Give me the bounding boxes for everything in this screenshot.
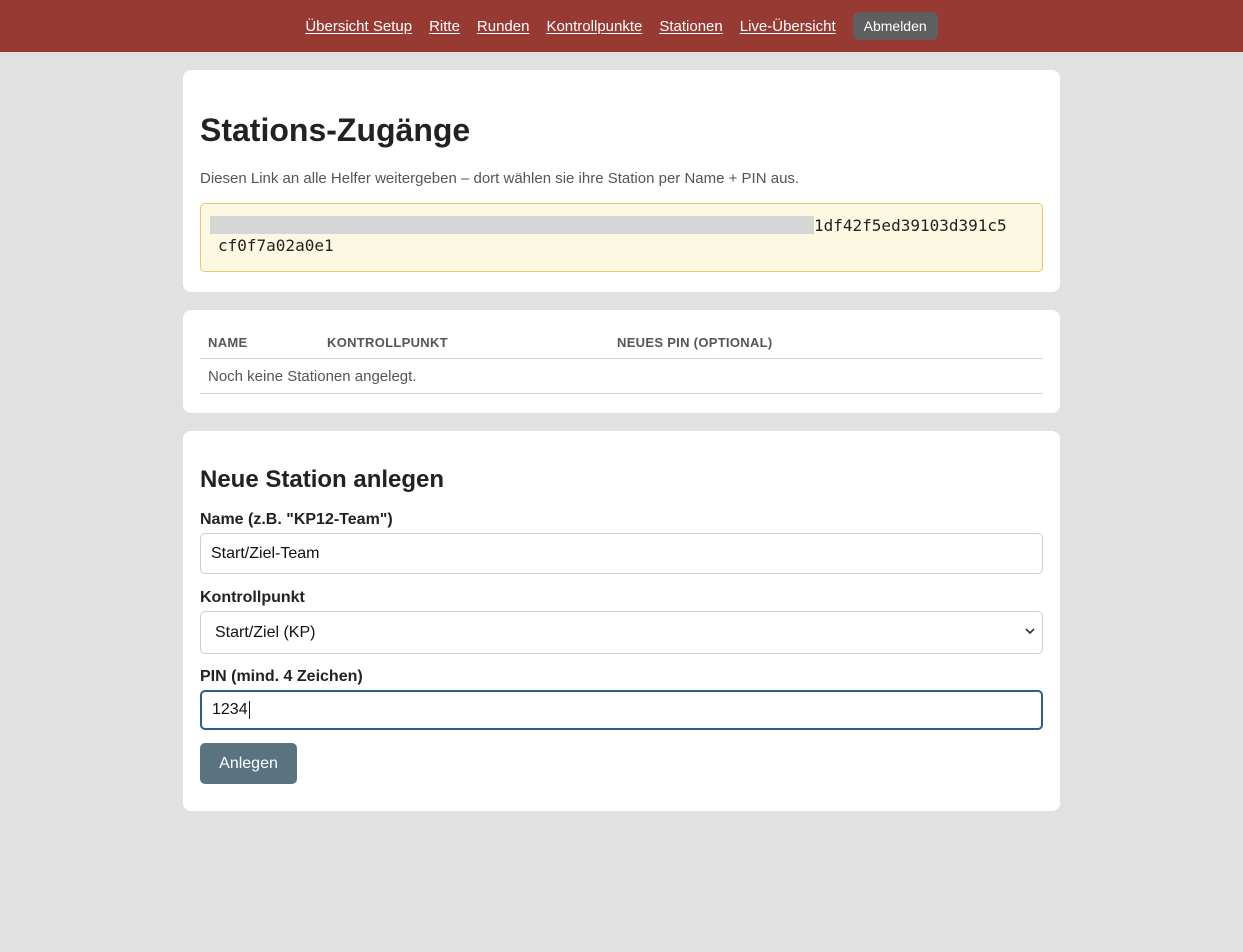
pin-input[interactable]: 1234 <box>200 690 1043 730</box>
name-label: Name (z.B. "KP12-Team") <box>200 511 393 528</box>
link-tail-line-2: cf0f7a02a0e1 <box>218 236 334 255</box>
main-content: Stations-Zugänge Diesen Link an alle Hel… <box>183 70 1060 811</box>
column-header-new-pin: NEUES PIN (OPTIONAL) <box>609 328 1043 359</box>
top-navigation: Übersicht Setup Ritte Runden Kontrollpun… <box>0 0 1243 52</box>
station-name-value: Start/Ziel-Team <box>211 544 320 562</box>
nav-link-live-uebersicht[interactable]: Live-Übersicht <box>740 18 836 35</box>
empty-table-message: Noch keine Stationen angelegt. <box>200 358 1043 394</box>
checkpoint-selected-value: Start/Ziel (KP) <box>215 623 316 641</box>
station-name-input[interactable]: Start/Ziel-Team <box>200 533 1043 574</box>
new-station-title: Neue Station anlegen <box>200 466 445 493</box>
stations-table-card: NAME KONTROLLPUNKT NEUES PIN (OPTIONAL) … <box>183 310 1060 413</box>
station-access-link-box[interactable]: 1df42f5ed39103d391c5 cf0f7a02a0e1 <box>200 203 1043 272</box>
table-row: Noch keine Stationen angelegt. <box>200 358 1043 394</box>
pin-value: 1234 <box>212 701 248 718</box>
logout-button[interactable]: Abmelden <box>852 12 938 40</box>
nav-link-uebersicht-setup[interactable]: Übersicht Setup <box>305 18 412 35</box>
access-hint: Diesen Link an alle Helfer weitergeben –… <box>200 170 800 187</box>
stations-table: NAME KONTROLLPUNKT NEUES PIN (OPTIONAL) … <box>200 328 1043 394</box>
checkpoint-select[interactable]: Start/Ziel (KP) <box>200 611 1043 654</box>
nav-link-kontrollpunkte[interactable]: Kontrollpunkte <box>546 18 642 35</box>
chevron-down-icon <box>1024 625 1036 640</box>
link-tail-line-1: 1df42f5ed39103d391c5 <box>814 216 1007 235</box>
nav-link-runden[interactable]: Runden <box>477 18 530 35</box>
column-header-kontrollpunkt: KONTROLLPUNKT <box>319 328 609 359</box>
column-header-name: NAME <box>200 328 319 359</box>
nav-link-ritte[interactable]: Ritte <box>429 18 460 35</box>
create-station-button[interactable]: Anlegen <box>200 743 297 784</box>
redacted-link-prefix <box>210 216 814 234</box>
text-cursor <box>248 701 250 719</box>
nav-link-stationen[interactable]: Stationen <box>659 18 722 35</box>
checkpoint-label: Kontrollpunkt <box>200 589 305 606</box>
station-access-card: Stations-Zugänge Diesen Link an alle Hel… <box>183 70 1060 292</box>
page-title: Stations-Zugänge <box>200 112 471 148</box>
new-station-card: Neue Station anlegen Name (z.B. "KP12-Te… <box>183 431 1060 811</box>
table-header-row: NAME KONTROLLPUNKT NEUES PIN (OPTIONAL) <box>200 328 1043 359</box>
pin-label: PIN (mind. 4 Zeichen) <box>200 668 363 685</box>
